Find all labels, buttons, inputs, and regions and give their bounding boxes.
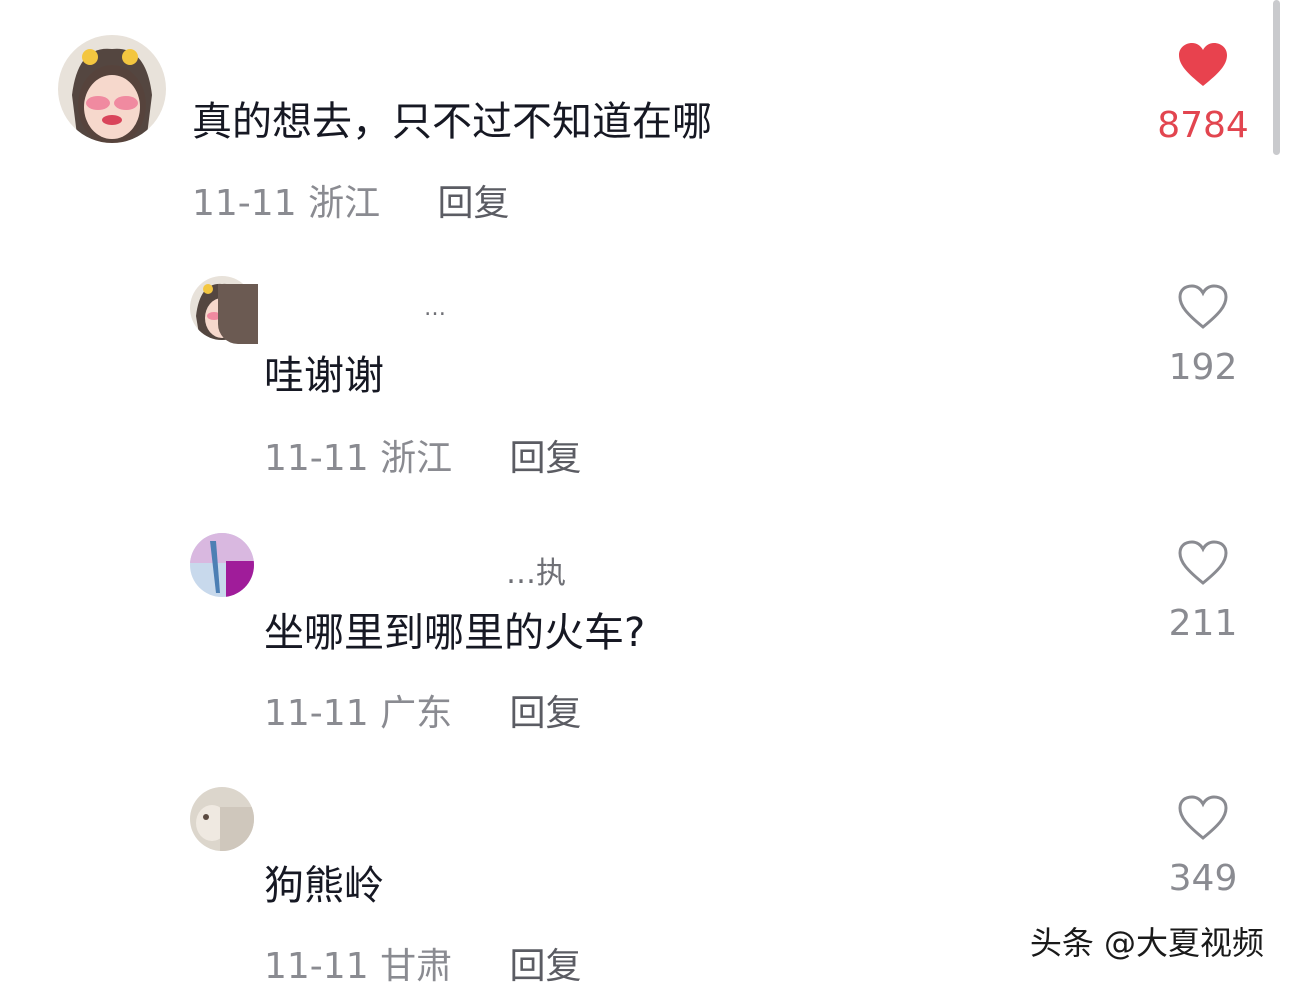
heart-outline-icon[interactable] xyxy=(1177,284,1229,330)
comment-meta: 11-11 浙江 回复 xyxy=(192,182,510,226)
heart-outline-icon[interactable] xyxy=(1177,795,1229,841)
like-count: 349 xyxy=(1168,858,1238,899)
comment-text: 真的想去，只不过不知道在哪 xyxy=(192,99,712,145)
comment-date: 11-11 xyxy=(264,438,369,479)
like-count: 192 xyxy=(1168,347,1238,388)
reply-button[interactable]: 回复 xyxy=(510,438,582,479)
avatar[interactable] xyxy=(190,533,254,597)
reply-button[interactable]: 回复 xyxy=(510,693,582,734)
avatar[interactable] xyxy=(190,787,254,851)
comment-text: 狗熊岭 xyxy=(264,863,384,909)
scrollbar[interactable] xyxy=(1273,0,1280,155)
reply-button[interactable]: 回复 xyxy=(438,183,510,224)
comment-username[interactable]: … xyxy=(424,296,446,321)
comment-username[interactable]: …执 xyxy=(506,548,566,592)
avatar[interactable] xyxy=(58,35,166,143)
heart-outline-icon[interactable] xyxy=(1177,540,1229,586)
comment-location: 浙江 xyxy=(380,438,453,479)
comment-location: 甘肃 xyxy=(380,946,453,987)
blur-mask xyxy=(218,284,258,344)
heart-filled-icon[interactable] xyxy=(1177,42,1229,88)
comment-meta: 11-11 甘肃 回复 xyxy=(264,945,582,989)
like-count: 8784 xyxy=(1157,105,1249,146)
comment-date: 11-11 xyxy=(264,946,369,987)
comment-date: 11-11 xyxy=(192,183,297,224)
comment-meta: 11-11 浙江 回复 xyxy=(264,437,582,481)
like-count: 211 xyxy=(1168,603,1238,644)
comment-location: 广东 xyxy=(380,693,453,734)
reply-button[interactable]: 回复 xyxy=(510,946,582,987)
comment-meta: 11-11 广东 回复 xyxy=(264,692,582,736)
comment-location: 浙江 xyxy=(308,183,381,224)
comment-date: 11-11 xyxy=(264,693,369,734)
watermark: 头条 @大夏视频 xyxy=(1029,924,1264,962)
comment-text: 坐哪里到哪里的火车? xyxy=(264,610,646,656)
comment-text: 哇谢谢 xyxy=(264,353,384,399)
